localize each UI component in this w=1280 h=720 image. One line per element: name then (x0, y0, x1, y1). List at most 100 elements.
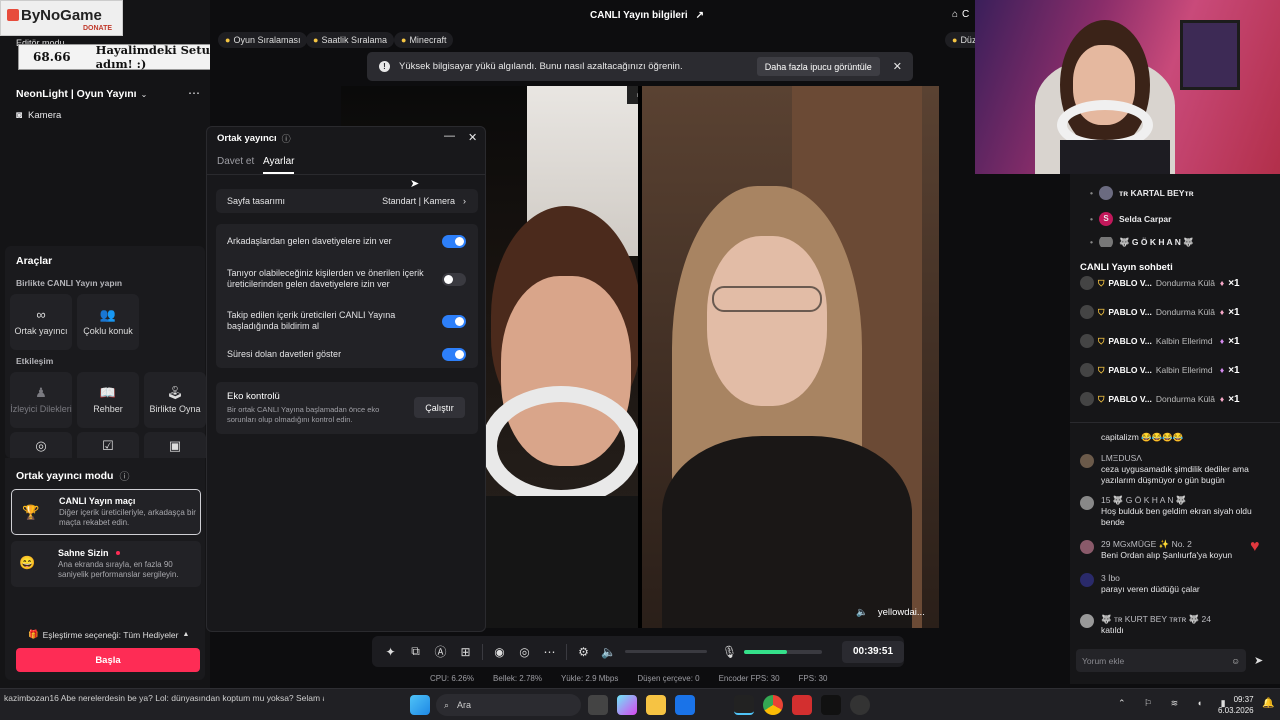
more-icon[interactable]: ⋯ (188, 86, 200, 100)
mode-stage-yours[interactable]: 😄 Sahne Sizin Ana ekranda sırayla, en fa… (11, 541, 201, 587)
toggle-suggested[interactable] (442, 272, 466, 286)
gift-name: Kalbin Ellerimd (1155, 365, 1213, 375)
comment-input[interactable]: Yorum ekle ☺ (1076, 649, 1246, 672)
gift-user[interactable]: PABLO V... (1108, 307, 1151, 317)
echo-run-button[interactable]: Çalıştır (414, 397, 465, 418)
gift-user[interactable]: PABLO V... (1108, 336, 1151, 346)
clock[interactable]: 09:37 6.03.2026 (1218, 694, 1254, 716)
tray-icons[interactable]: ⌃ ⚐ ≋ ◖ ▮ (1118, 698, 1234, 709)
clock-time: 09:37 (1233, 695, 1254, 704)
tiktok-icon[interactable] (821, 695, 841, 715)
timer-value: 00:39:51 (852, 646, 894, 657)
close-icon[interactable]: ✕ (893, 60, 902, 73)
guide-button[interactable]: 📖 Rehber (77, 372, 139, 428)
chevron-down-icon: ⌄ (140, 89, 148, 99)
outlook-icon[interactable] (675, 695, 695, 715)
guide-label: Rehber (93, 404, 123, 414)
windows-start-icon[interactable] (410, 695, 430, 715)
volume-icon[interactable]: 🔈 (596, 645, 621, 659)
mic-level-slider[interactable] (744, 649, 822, 654)
notification-bell-icon[interactable]: 🔔 (1262, 698, 1274, 709)
emoji-icon[interactable]: ☺ (1231, 656, 1240, 666)
gift-icon: ♦ (1219, 394, 1225, 404)
tab-invite[interactable]: Davet et (217, 156, 254, 167)
gift-user[interactable]: PABLO V... (1108, 278, 1151, 288)
guest-name: yellowdai... (877, 607, 925, 618)
more-options-icon[interactable]: ⋯ (537, 645, 562, 659)
avatar (1098, 237, 1113, 247)
record-icon[interactable]: ◉ (487, 645, 512, 659)
mode-live-match[interactable]: 🏆 CANLI Yayın maçı Diğer içerik üreticil… (11, 489, 201, 535)
pill-hourly-ranking[interactable]: ● Saatlik Sıralama (306, 32, 394, 48)
pill-minecraft[interactable]: ● Minecraft (394, 32, 454, 48)
toggle-notify[interactable] (442, 314, 466, 328)
cohost-button[interactable]: ∞ Ortak yayıncı (10, 294, 72, 350)
source-camera[interactable]: ◙ Kamera (16, 110, 61, 121)
viewer-name[interactable]: 🐺 G Ö K H A N 🐺 (1119, 237, 1194, 247)
taskbar-search[interactable]: ⌕ Ara (436, 694, 581, 716)
tab-settings[interactable]: Ayarlar (263, 156, 295, 167)
copilot-icon[interactable] (617, 695, 637, 715)
layout-card[interactable]: Sayfa tasarımı Standart | Kamera › (216, 189, 478, 213)
toggle-expired[interactable] (442, 347, 466, 361)
tiktok-live-icon[interactable] (734, 695, 754, 715)
pill-game-ranking[interactable]: ● Oyun Sıralaması (218, 32, 308, 48)
tips-button[interactable]: Daha fazla ipucu görüntüle (756, 57, 880, 76)
effects-icon[interactable]: ✦ (378, 645, 403, 659)
message-user[interactable]: 3 İbo (1101, 573, 1275, 584)
gift-row: ⛉ PABLO V... Dondurma Külâ ♦ ×1 (1080, 274, 1275, 292)
multi-guest-button[interactable]: 👥 Çoklu konuk (77, 294, 139, 350)
cohost-mode-title: Ortak yayıncı modu (16, 469, 114, 482)
pill-right[interactable]: ● Düz (945, 32, 976, 48)
l-app-icon[interactable] (792, 695, 812, 715)
volume-slider[interactable] (625, 650, 707, 653)
message-user[interactable]: LΜΞDUSΛ (1101, 453, 1275, 464)
gift-user[interactable]: PABLO V... (1108, 394, 1151, 404)
stream-toolbar: ✦ ⧉ Ⓐ ⊞ ◉ ◎ ⋯ ⚙ 🔈 🎙 00:39:51 (372, 636, 904, 667)
message-user[interactable]: 🐺 ᴛʀ KURT BEY ᴛʀᴛʀ 🐺 24 (1101, 614, 1275, 625)
add-source-icon[interactable]: ⊞ (453, 645, 478, 659)
task-view-icon[interactable] (588, 695, 608, 715)
info-icon[interactable]: ⓘ (119, 468, 129, 483)
close-icon[interactable]: ✕ (468, 131, 477, 144)
scene-selector[interactable]: NeonLight | Oyun Yayını ⌄ (16, 88, 147, 100)
gift-row: ⛉ PABLO V... Dondurma Külâ ♦ ×1 (1080, 390, 1275, 408)
start-button[interactable]: Başla (16, 648, 200, 672)
send-icon[interactable]: ➤ (1254, 654, 1263, 667)
viewer-requests-button[interactable]: ♟ İzleyici Dilekleri (10, 372, 72, 428)
tool-button-5[interactable]: ☑ (77, 432, 139, 458)
toggle-friends[interactable] (442, 234, 466, 248)
gift-user[interactable]: PABLO V... (1108, 365, 1151, 375)
tool-button-6[interactable]: ▣ (144, 432, 206, 458)
obs-icon[interactable] (850, 695, 870, 715)
alert-text[interactable]: Yüksek bilgisayar yükü algılandı. Bunu n… (399, 61, 683, 72)
chat-message: 3 İbo parayı veren düdüğü çalar (1080, 573, 1275, 595)
match-option[interactable]: 🎁 Eşleştirme seçeneği: Tüm Hediyeler ▲ (28, 629, 189, 640)
gift-count: ×1 (1228, 393, 1240, 405)
chrome-icon[interactable] (763, 695, 783, 715)
mic-icon[interactable]: 🎙 (717, 645, 742, 659)
settings-sliders-icon[interactable]: ⚙ (571, 645, 596, 659)
guest-label: 🔈 yellowdai... (856, 607, 925, 618)
viewer-name[interactable]: ᴛʀ KARTAL BEYᴛʀ (1119, 188, 1194, 198)
heart-icon[interactable]: ♥ (1250, 538, 1260, 556)
minimize-icon[interactable]: — (444, 130, 455, 142)
tool-button-4[interactable]: ◎ (10, 432, 72, 458)
live-icon[interactable]: ◎ (512, 645, 537, 659)
pill-label: Minecraft (409, 35, 447, 45)
message-user[interactable]: 15 🐺 G Ö K H A N 🐺 (1101, 495, 1275, 506)
file-explorer-icon[interactable] (646, 695, 666, 715)
search-label: Ara (457, 700, 472, 710)
home-button[interactable]: ⌂ C (952, 9, 969, 20)
message-user[interactable]: 29 MGxMÜGE ✨ No. 2 (1101, 539, 1221, 550)
filter-icon[interactable]: ⧉ (403, 644, 428, 659)
ai-icon[interactable]: Ⓐ (428, 643, 453, 660)
message-text: capitalizm 😂😂😂😂 (1101, 432, 1184, 442)
mode1-title: CANLI Yayın maçı (59, 496, 136, 506)
chat-message: 🐺 ᴛʀ KURT BEY ᴛʀᴛʀ 🐺 24 katıldı (1080, 614, 1275, 636)
help-icon[interactable]: ⓘ (282, 132, 291, 145)
viewer-name[interactable]: Selda Carpar (1119, 214, 1171, 224)
play-together-button[interactable]: 🕹 Birlikte Oyna (144, 372, 206, 428)
message-text: Beni Ordan alıp Şanlıurfa'ya koyun (1101, 550, 1233, 560)
stream-info-title[interactable]: CANLI Yayın bilgileri ↗ (590, 10, 704, 21)
